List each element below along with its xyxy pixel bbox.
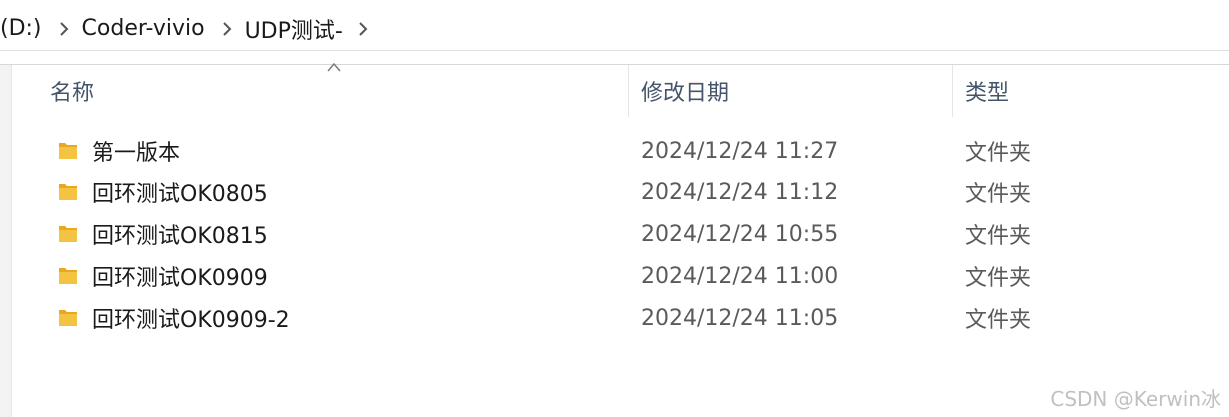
modified-date: 2024/12/24 10:55 — [641, 221, 839, 247]
column-divider[interactable] — [952, 65, 953, 117]
folder-icon — [59, 143, 77, 159]
file-name[interactable]: 回环测试OK0805 — [92, 171, 268, 213]
breadcrumb-udp-test[interactable]: UDP测试- — [245, 13, 343, 45]
modified-date: 2024/12/24 11:00 — [641, 263, 839, 289]
file-name[interactable]: 回环测试OK0909-2 — [92, 297, 290, 339]
modified-date: 2024/12/24 11:12 — [641, 179, 839, 205]
watermark: CSDN @Kerwin冰 — [1050, 387, 1221, 411]
folder-icon — [59, 226, 77, 242]
column-divider[interactable] — [628, 65, 629, 117]
list-item[interactable]: 回环测试OK0805 2024/12/24 11:12 文件夹 — [12, 171, 1229, 213]
file-type: 文件夹 — [965, 266, 1032, 291]
file-name[interactable]: 回环测试OK0815 — [92, 213, 268, 255]
folder-icon — [59, 184, 77, 200]
list-item[interactable]: 回环测试OK0815 2024/12/24 10:55 文件夹 — [12, 213, 1229, 255]
file-name[interactable]: 回环测试OK0909 — [92, 255, 268, 297]
column-header-date[interactable]: 修改日期 — [641, 65, 729, 117]
chevron-right-icon[interactable] — [349, 7, 377, 51]
breadcrumb-coder-vivio[interactable]: Coder-vivio — [82, 16, 205, 41]
file-type: 文件夹 — [965, 224, 1032, 249]
breadcrumb-drive[interactable]: (D:) — [0, 16, 42, 41]
list-item[interactable]: 回环测试OK0909-2 2024/12/24 11:05 文件夹 — [12, 297, 1229, 339]
file-type: 文件夹 — [965, 141, 1032, 166]
navigation-pane-edge[interactable] — [0, 65, 12, 417]
address-bar[interactable]: (D:) Coder-vivio UDP测试- — [0, 7, 1229, 51]
folder-icon — [59, 268, 77, 284]
modified-date: 2024/12/24 11:05 — [641, 305, 839, 331]
toolbar-gap — [0, 51, 1229, 65]
column-header-row: 名称 修改日期 类型 — [12, 65, 1229, 117]
file-name[interactable]: 第一版本 — [92, 130, 180, 172]
file-type: 文件夹 — [965, 308, 1032, 333]
list-item[interactable]: 回环测试OK0909 2024/12/24 11:00 文件夹 — [12, 255, 1229, 297]
column-header-name[interactable]: 名称 — [50, 65, 94, 117]
window-top-strip — [0, 0, 1229, 7]
chevron-right-icon[interactable] — [213, 7, 241, 51]
chevron-right-icon[interactable] — [50, 7, 78, 51]
list-item[interactable]: 第一版本 2024/12/24 11:27 文件夹 — [12, 130, 1229, 172]
column-header-type[interactable]: 类型 — [965, 65, 1009, 117]
modified-date: 2024/12/24 11:27 — [641, 138, 839, 164]
folder-icon — [59, 310, 77, 326]
file-type: 文件夹 — [965, 182, 1032, 207]
